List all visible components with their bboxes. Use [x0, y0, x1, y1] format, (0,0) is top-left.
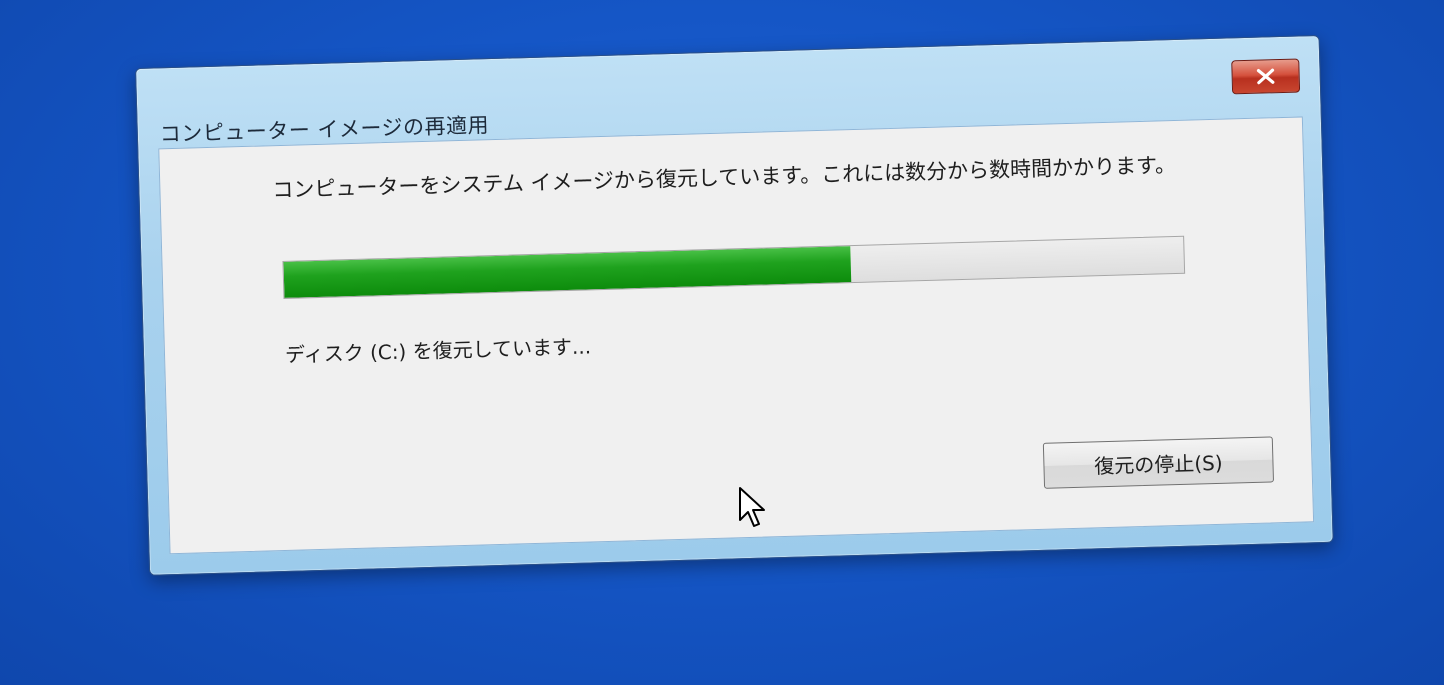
status-text: ディスク (C:) を復元しています... — [284, 334, 592, 367]
restore-message: コンピューターをシステム イメージから復元しています。これには数分から数時間かか… — [272, 152, 1177, 203]
close-icon — [1254, 68, 1276, 85]
dialog-content: コンピューターをシステム イメージから復元しています。これには数分から数時間かか… — [158, 116, 1315, 555]
stop-restore-button[interactable]: 復元の停止(S) — [1042, 436, 1275, 489]
close-button[interactable] — [1231, 58, 1301, 95]
restore-dialog: コンピューター イメージの再適用 コンピューターをシステム イメージから復元して… — [135, 34, 1334, 576]
restore-progress-bar — [282, 235, 1186, 299]
mouse-pointer-icon — [738, 486, 766, 530]
progress-fill — [283, 246, 852, 298]
